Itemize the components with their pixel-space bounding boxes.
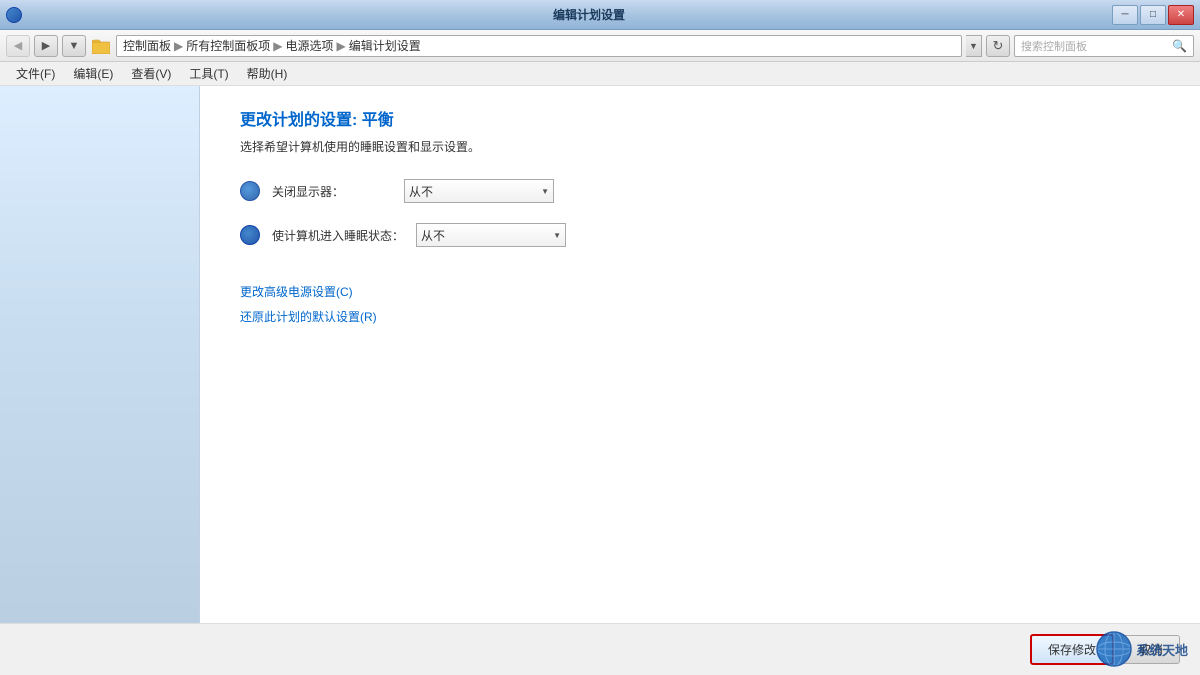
title-bar: 编辑计划设置 ─ □ ✕ (0, 0, 1200, 30)
page-title: 更改计划的设置: 平衡 (240, 106, 1160, 130)
maximize-button[interactable]: □ (1140, 5, 1166, 25)
back-button[interactable]: ◀ (6, 35, 30, 57)
page-subtitle: 选择希望计算机使用的睡眠设置和显示设置。 (240, 138, 1160, 155)
menu-tools[interactable]: 工具(T) (181, 62, 236, 85)
window-title: 编辑计划设置 (66, 6, 1112, 23)
menu-help[interactable]: 帮助(H) (239, 62, 296, 85)
address-dropdown[interactable]: ▼ (966, 35, 982, 57)
forward-button[interactable]: ▶ (34, 35, 58, 57)
window-controls: ─ □ ✕ (1112, 5, 1194, 25)
watermark: 系统天地 (1096, 631, 1188, 667)
sleep-label: 使计算机进入睡眠状态： (272, 227, 404, 244)
links-section: 更改高级电源设置(C) 还原此计划的默认设置(R) (240, 283, 1160, 333)
monitor-setting-row: 关闭显示器： 从不 ▼ (240, 179, 1160, 203)
menu-edit[interactable]: 编辑(E) (65, 62, 121, 85)
right-panel: 更改计划的设置: 平衡 选择希望计算机使用的睡眠设置和显示设置。 关闭显示器： … (200, 86, 1200, 675)
left-panel (0, 86, 200, 675)
minimize-button[interactable]: ─ (1112, 5, 1138, 25)
sleep-icon (240, 225, 260, 245)
monitor-label: 关闭显示器： (272, 183, 392, 200)
search-placeholder: 搜索控制面板 (1021, 38, 1087, 54)
restore-defaults-link[interactable]: 还原此计划的默认设置(R) (240, 308, 1160, 325)
watermark-text: 系统天地 (1136, 640, 1188, 659)
menu-file[interactable]: 文件(F) (8, 62, 63, 85)
address-path[interactable]: 控制面板 ▶ 所有控制面板项 ▶ 电源选项 ▶ 编辑计划设置 (116, 35, 962, 57)
menu-bar: 文件(F) 编辑(E) 查看(V) 工具(T) 帮助(H) (0, 62, 1200, 86)
monitor-select[interactable]: 从不 ▼ (404, 179, 554, 203)
search-icon: 🔍 (1172, 39, 1187, 53)
content-area: 更改计划的设置: 平衡 选择希望计算机使用的睡眠设置和显示设置。 关闭显示器： … (0, 86, 1200, 675)
bottom-area: 保存修改 取消 (0, 623, 1200, 675)
sleep-select[interactable]: 从不 ▼ (416, 223, 566, 247)
refresh-button[interactable]: ↻ (986, 35, 1010, 57)
globe-icon (1096, 631, 1132, 667)
monitor-icon (240, 181, 260, 201)
sleep-select-arrow: ▼ (553, 231, 561, 240)
menu-view[interactable]: 查看(V) (123, 62, 179, 85)
search-box[interactable]: 搜索控制面板 🔍 (1014, 35, 1194, 57)
close-button[interactable]: ✕ (1168, 5, 1194, 25)
advanced-power-link[interactable]: 更改高级电源设置(C) (240, 283, 1160, 300)
address-bar: ◀ ▶ ▼ 控制面板 ▶ 所有控制面板项 ▶ 电源选项 ▶ 编辑计划设置 ▼ ↻… (0, 30, 1200, 62)
monitor-select-arrow: ▼ (541, 187, 549, 196)
sleep-setting-row: 使计算机进入睡眠状态： 从不 ▼ (240, 223, 1160, 247)
down-arrow-button[interactable]: ▼ (62, 35, 86, 57)
